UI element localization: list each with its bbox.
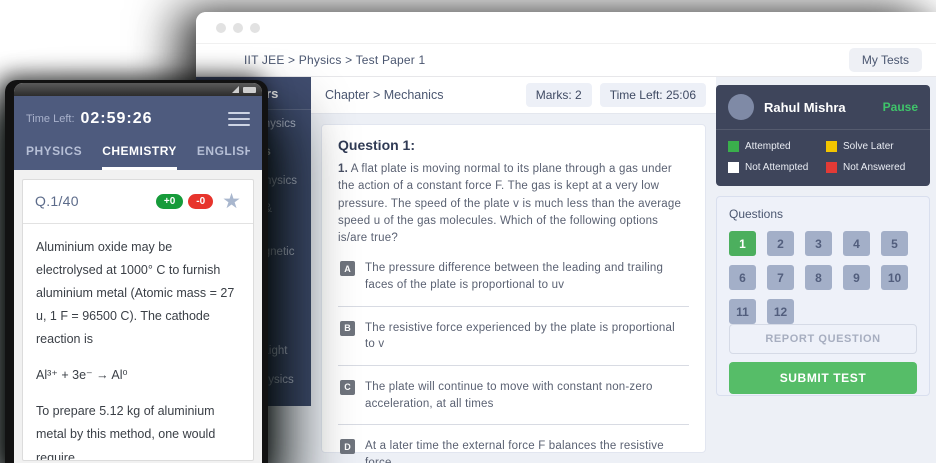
phone-question-body: Aluminium oxide may be electrolysed at 1… (23, 224, 253, 462)
avatar (728, 94, 754, 120)
bookmark-star-icon[interactable]: ★ (222, 191, 241, 212)
cathode-reaction-formula: Al³⁺ + 3e⁻ → Al⁰ (36, 364, 240, 387)
timer-row: Time Left: 02:59:26 (26, 108, 250, 130)
question-card: Question 1: 1. A flat plate is moving no… (321, 124, 706, 453)
questions-panel-title: Questions (729, 207, 917, 221)
phone-question-card-header: Q.1/40 +0 -0 ★ (23, 180, 253, 224)
question-number-9[interactable]: 9 (843, 265, 870, 290)
user-row: Rahul Mishra Pause (716, 85, 930, 130)
window-close-icon[interactable] (216, 23, 226, 33)
menu-icon[interactable] (228, 108, 250, 130)
signal-icon (232, 86, 239, 93)
battery-icon (243, 87, 256, 93)
legend-not-answered-label: Not Answered (843, 162, 905, 173)
question-scroll-area: Question 1: 1. A flat plate is moving no… (311, 114, 716, 463)
window-minimize-icon[interactable] (233, 23, 243, 33)
phone-header: Time Left: 02:59:26 PHYSICS CHEMISTRY EN… (14, 96, 262, 170)
legend-attempted: Attempted (728, 141, 820, 152)
phone-status-bar (14, 83, 262, 96)
window-titlebar (196, 12, 936, 44)
marks-badge: Marks: 2 (526, 83, 592, 107)
page: IIT JEE > Physics > Test Paper 1 My Test… (0, 0, 936, 463)
question-paragraph-1: Aluminium oxide may be electrolysed at 1… (36, 236, 240, 352)
time-left-badge: Time Left: 25:06 (600, 83, 706, 107)
question-number-7[interactable]: 7 (767, 265, 794, 290)
question-number-5[interactable]: 5 (881, 231, 908, 256)
breadcrumb-bar: IIT JEE > Physics > Test Paper 1 My Test… (196, 44, 936, 77)
question-number-3[interactable]: 3 (805, 231, 832, 256)
phone-mockup: Time Left: 02:59:26 PHYSICS CHEMISTRY EN… (5, 80, 268, 463)
tab-english-proficiency[interactable]: ENGLISH PROFICIENCY (197, 144, 250, 170)
status-legend: Attempted Solve Later Not Attempted (716, 130, 930, 186)
question-number-prefix: 1. (338, 163, 348, 175)
option-a-badge: A (340, 261, 355, 276)
report-question-button[interactable]: REPORT QUESTION (729, 324, 917, 354)
pause-button[interactable]: Pause (883, 100, 918, 114)
question-number-1[interactable]: 1 (729, 231, 756, 256)
phone-body: Q.1/40 +0 -0 ★ Aluminium oxide may be el… (14, 170, 262, 463)
negative-marks-badge: -0 (188, 194, 213, 209)
question-number-10[interactable]: 10 (881, 265, 908, 290)
main-area: Chapters General Physics Mechanics Therm… (196, 77, 936, 463)
question-text: 1. A flat plate is moving normal to its … (338, 161, 689, 247)
chapter-breadcrumb: Chapter > Mechanics (321, 88, 443, 102)
questions-panel: Questions 1 2 3 4 5 6 7 8 9 10 11 12 (716, 196, 930, 396)
legend-solve-later: Solve Later (826, 141, 918, 152)
legend-not-attempted-label: Not Attempted (745, 162, 808, 173)
positive-marks-badge: +0 (156, 194, 183, 209)
tab-chemistry[interactable]: CHEMISTRY (102, 144, 177, 170)
legend-not-answered: Not Answered (826, 162, 918, 173)
legend-attempted-label: Attempted (745, 141, 791, 152)
question-body-text: A flat plate is moving normal to its pla… (338, 163, 681, 244)
my-tests-button[interactable]: My Tests (849, 48, 922, 72)
question-number-6[interactable]: 6 (729, 265, 756, 290)
question-number-4[interactable]: 4 (843, 231, 870, 256)
option-c[interactable]: C The plate will continue to move with c… (338, 366, 689, 425)
question-number-2[interactable]: 2 (767, 231, 794, 256)
browser-window: IIT JEE > Physics > Test Paper 1 My Test… (196, 12, 936, 463)
window-maximize-icon[interactable] (250, 23, 260, 33)
user-name: Rahul Mishra (764, 100, 873, 115)
right-panel: Rahul Mishra Pause Attempted Solve Later (716, 77, 936, 463)
option-d-badge: D (340, 439, 355, 454)
option-b-text: The resistive force experienced by the p… (365, 320, 687, 353)
legend-solve-later-label: Solve Later (843, 141, 894, 152)
question-number-11[interactable]: 11 (729, 299, 756, 324)
option-b-badge: B (340, 321, 355, 336)
question-number-grid: 1 2 3 4 5 6 7 8 9 10 11 12 (729, 231, 917, 324)
tab-physics[interactable]: PHYSICS (26, 144, 82, 170)
option-c-badge: C (340, 380, 355, 395)
option-b[interactable]: B The resistive force experienced by the… (338, 307, 689, 366)
attempted-color-swatch (728, 141, 739, 152)
question-title: Question 1: (338, 137, 689, 153)
option-c-text: The plate will continue to move with con… (365, 379, 687, 412)
question-number-12[interactable]: 12 (767, 299, 794, 324)
breadcrumb[interactable]: IIT JEE > Physics > Test Paper 1 (244, 53, 425, 67)
question-counter: Q.1/40 (35, 193, 151, 209)
question-header-bar: Chapter > Mechanics Marks: 2 Time Left: … (311, 77, 716, 114)
legend-not-attempted: Not Attempted (728, 162, 820, 173)
submit-test-button[interactable]: SUBMIT TEST (729, 362, 917, 394)
subject-tabs: PHYSICS CHEMISTRY ENGLISH PROFICIENCY (26, 144, 250, 170)
phone-screen: Time Left: 02:59:26 PHYSICS CHEMISTRY EN… (14, 83, 262, 463)
not-attempted-color-swatch (728, 162, 739, 173)
question-paragraph-2: To prepare 5.12 kg of aluminium metal by… (36, 400, 240, 461)
user-card: Rahul Mishra Pause Attempted Solve Later (716, 85, 930, 186)
timer-label: Time Left: (26, 113, 75, 125)
solve-later-color-swatch (826, 141, 837, 152)
question-number-8[interactable]: 8 (805, 265, 832, 290)
option-d[interactable]: D At a later time the external force F b… (338, 425, 689, 463)
option-d-text: At a later time the external force F bal… (365, 438, 687, 463)
option-a[interactable]: A The pressure difference between the le… (338, 247, 689, 306)
phone-question-card: Q.1/40 +0 -0 ★ Aluminium oxide may be el… (22, 179, 254, 462)
question-content: Chapter > Mechanics Marks: 2 Time Left: … (311, 77, 716, 463)
timer-value: 02:59:26 (81, 110, 153, 128)
not-answered-color-swatch (826, 162, 837, 173)
option-a-text: The pressure difference between the lead… (365, 260, 687, 293)
